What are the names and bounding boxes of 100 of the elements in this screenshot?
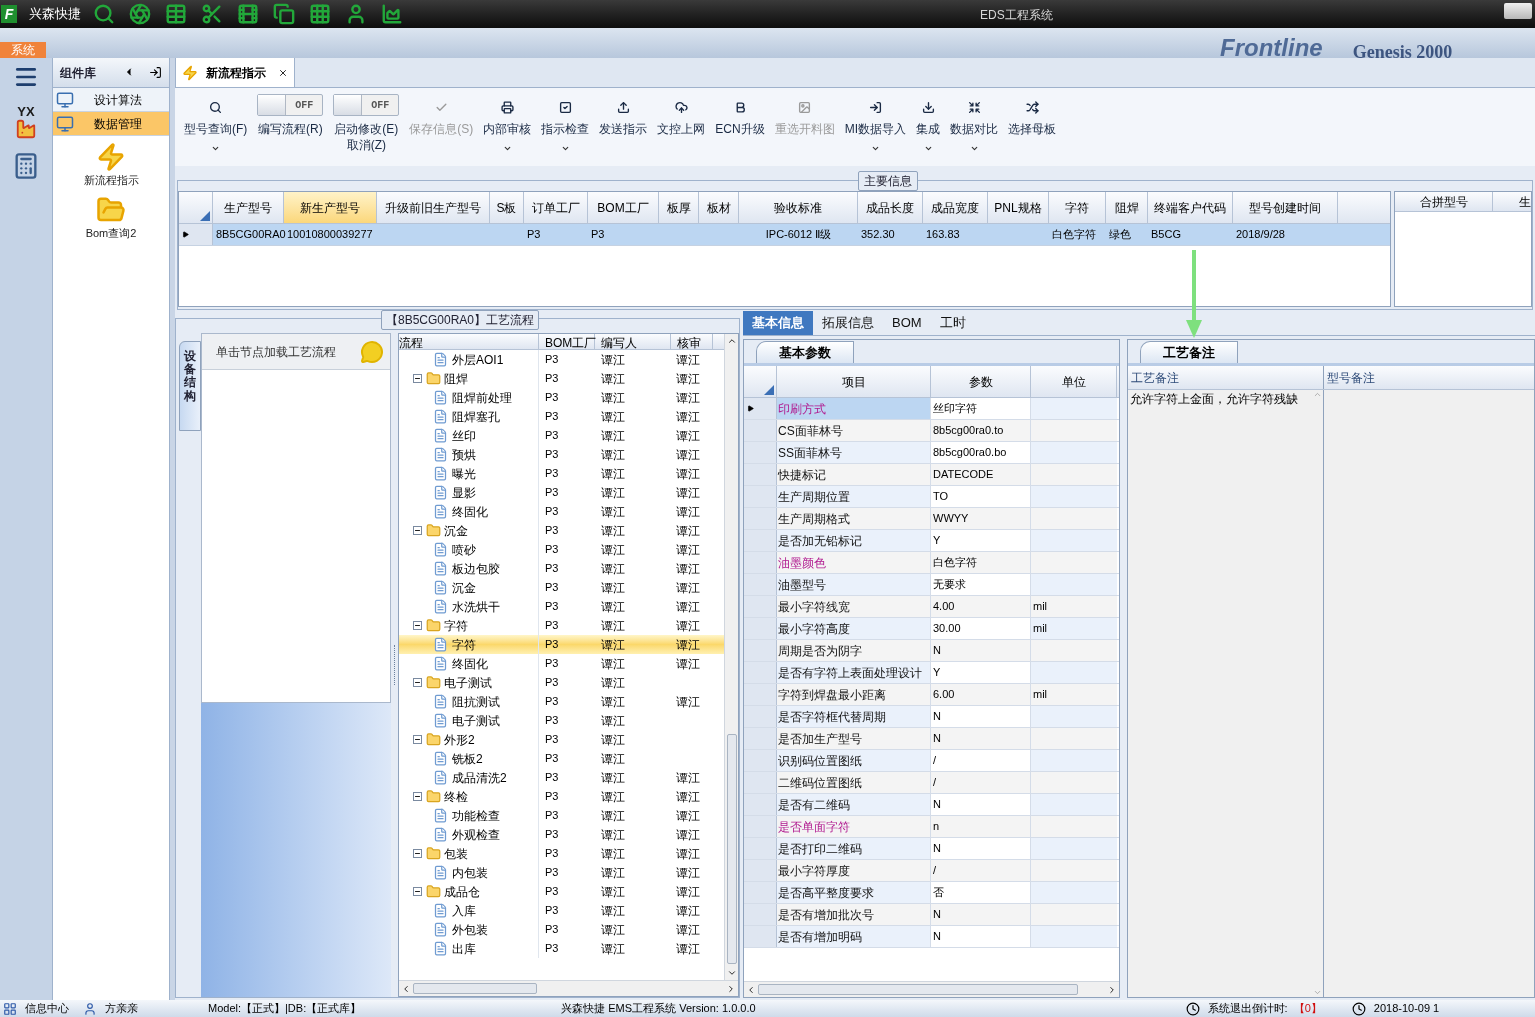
toolbar-button[interactable]: 内部审核 — [478, 92, 537, 138]
quick-access-button[interactable] — [93, 3, 115, 25]
toolbar-button[interactable]: 文控上网 — [652, 92, 711, 138]
side-tab[interactable]: 设备结构 — [179, 341, 201, 431]
table-row[interactable]: 最小字符高度 30.00 mil — [744, 618, 1119, 640]
caret-icon[interactable] — [870, 144, 880, 153]
table-row[interactable]: 是否有增加明码 N — [744, 926, 1119, 948]
caret-icon[interactable] — [502, 144, 512, 153]
launcher-button[interactable]: Bom查询2 — [53, 194, 169, 241]
caret-icon[interactable] — [969, 144, 979, 153]
toolbar-button[interactable]: 指示检查 — [536, 92, 595, 138]
table-row[interactable]: 最小字符线宽 4.00 mil — [744, 596, 1119, 618]
close-icon[interactable] — [278, 67, 288, 78]
column-header[interactable]: 工艺备注 — [1128, 366, 1324, 389]
quick-access-button[interactable] — [201, 3, 223, 25]
table-row[interactable]: 字符到焊盘最小距离 6.00 mil — [744, 684, 1119, 706]
column-header[interactable]: 板厚 — [659, 192, 699, 223]
quick-access-button[interactable] — [237, 3, 259, 25]
table-row[interactable]: 油墨型号 无要求 — [744, 574, 1119, 596]
toggle-switch[interactable]: OFF — [333, 94, 400, 116]
quick-access-button[interactable] — [381, 3, 403, 25]
column-header[interactable]: 生 — [1493, 192, 1531, 211]
column-header[interactable]: 项目 — [777, 366, 931, 397]
column-header[interactable]: 型号备注 — [1324, 366, 1534, 389]
collapse-toggle[interactable] — [413, 374, 422, 383]
tree-row[interactable]: 成品清洗2 P3 谭江 谭江 — [399, 768, 724, 787]
collapse-toggle[interactable] — [413, 735, 422, 744]
tree-row[interactable]: 外层AOI1 P3 谭江 谭江 — [399, 350, 724, 369]
collapse-toggle[interactable] — [413, 621, 422, 630]
quick-access-button[interactable] — [165, 3, 187, 25]
tree-row[interactable]: 外包装 P3 谭江 谭江 — [399, 920, 724, 939]
toolbar-button[interactable]: OFF 启动修改(E) — [328, 92, 405, 138]
tree-row[interactable]: 功能检查 P3 谭江 谭江 — [399, 806, 724, 825]
column-header[interactable]: 流程 — [399, 334, 539, 349]
column-header[interactable]: 型号创建时间 — [1233, 192, 1338, 223]
tree-row[interactable]: 内包装 P3 谭江 谭江 — [399, 863, 724, 882]
column-header[interactable]: PNL规格 — [988, 192, 1049, 223]
tree-row[interactable]: 入库 P3 谭江 谭江 — [399, 901, 724, 920]
column-header[interactable]: 参数 — [931, 366, 1031, 397]
table-row[interactable]: 二维码位置图纸 / — [744, 772, 1119, 794]
vertical-scrollbar[interactable] — [724, 334, 738, 980]
horizontal-scrollbar[interactable] — [744, 981, 1119, 997]
collapse-toggle[interactable] — [413, 678, 422, 687]
tree-row[interactable]: 终固化 P3 谭江 谭江 — [399, 654, 724, 673]
document-tab[interactable]: 新流程指示 — [175, 57, 295, 87]
toggle-switch[interactable]: OFF — [257, 94, 324, 116]
toolbar-button[interactable]: MI数据导入 — [839, 92, 911, 138]
table-row[interactable]: 是否有增加批次号 N — [744, 904, 1119, 926]
table-row[interactable]: 是否打印二维码 N — [744, 838, 1119, 860]
collapse-toggle[interactable] — [413, 849, 422, 858]
tree-row[interactable]: 成品仓 P3 谭江 谭江 — [399, 882, 724, 901]
tree-row[interactable]: 阻焊前处理 P3 谭江 谭江 — [399, 388, 724, 407]
tree-row[interactable]: 铣板2 P3 谭江 — [399, 749, 724, 768]
quick-access-button[interactable] — [273, 3, 295, 25]
column-header[interactable]: 阻焊 — [1106, 192, 1148, 223]
tree-row[interactable]: 终检 P3 谭江 谭江 — [399, 787, 724, 806]
pane-tab[interactable]: 基本参数 — [756, 341, 854, 363]
column-header[interactable]: 升级前旧生产型号 — [377, 192, 490, 223]
column-header[interactable]: 新生产型号 — [284, 192, 377, 223]
quick-access-button[interactable] — [129, 3, 151, 25]
table-row[interactable]: 生产周期位置 TO — [744, 486, 1119, 508]
column-header[interactable]: 终端客户代码 — [1148, 192, 1233, 223]
tree-row[interactable]: 沉金 P3 谭江 谭江 — [399, 578, 724, 597]
scroll-left-icon[interactable] — [746, 984, 756, 995]
tab[interactable]: 基本信息 — [743, 311, 813, 335]
caret-icon[interactable] — [560, 144, 570, 153]
table-row[interactable]: 是否加生产型号 N — [744, 728, 1119, 750]
column-header[interactable]: 单位 — [1031, 366, 1117, 397]
scroll-right-icon[interactable] — [1107, 984, 1117, 995]
quick-access-button[interactable] — [345, 3, 367, 25]
table-row[interactable]: 识别码位置图纸 / — [744, 750, 1119, 772]
tree-row[interactable]: 沉金 P3 谭江 谭江 — [399, 521, 724, 540]
toolbar-button[interactable]: 数据对比 — [945, 92, 1003, 138]
table-row[interactable]: SS面菲林号 8b5cg00ra0.bo — [744, 442, 1119, 464]
column-header[interactable]: 字符 — [1049, 192, 1106, 223]
tree-row[interactable]: 终固化 P3 谭江 谭江 — [399, 502, 724, 521]
tree-row[interactable]: 电子测试 P3 谭江 — [399, 673, 724, 692]
column-header[interactable]: 编写人 — [595, 334, 671, 349]
table-row[interactable]: 是否有二维码 N — [744, 794, 1119, 816]
column-header[interactable]: 板材 — [699, 192, 739, 223]
tab[interactable]: 工时 — [930, 311, 975, 335]
table-row[interactable]: 油墨颜色 白色字符 — [744, 552, 1119, 574]
column-header[interactable]: BOM工厂 — [588, 192, 659, 223]
caret-icon[interactable] — [923, 144, 933, 153]
tree-row[interactable]: 包装 P3 谭江 谭江 — [399, 844, 724, 863]
scroll-up-icon[interactable] — [726, 336, 737, 346]
tree-row[interactable]: 电子测试 P3 谭江 — [399, 711, 724, 730]
column-header[interactable]: 成品长度 — [858, 192, 923, 223]
table-row[interactable]: 8B5CG00RA0 10010800039277 P3 P3 IPC-6012 Ⅱ级 352.30 163.83 白色字符 绿色 B5CG 2018/9/28 — [179, 224, 1390, 246]
table-row[interactable]: 是否字符框代替周期 N — [744, 706, 1119, 728]
collapse-toggle[interactable] — [413, 792, 422, 801]
collapse-toggle[interactable] — [413, 526, 422, 535]
cancel-button[interactable]: 取消(Z) — [346, 138, 386, 152]
sidebar-item[interactable]: 数据管理 — [53, 112, 169, 136]
tree-row[interactable]: 显影 P3 谭江 谭江 — [399, 483, 724, 502]
table-row[interactable]: 是否有字符上表面处理设计 Y — [744, 662, 1119, 684]
column-header[interactable]: 合拼型号 — [1395, 192, 1493, 211]
column-header[interactable]: 成品宽度 — [923, 192, 988, 223]
tree-row[interactable]: 字符 P3 谭江 谭江 — [399, 635, 724, 654]
scroll-left-icon[interactable] — [401, 983, 411, 994]
